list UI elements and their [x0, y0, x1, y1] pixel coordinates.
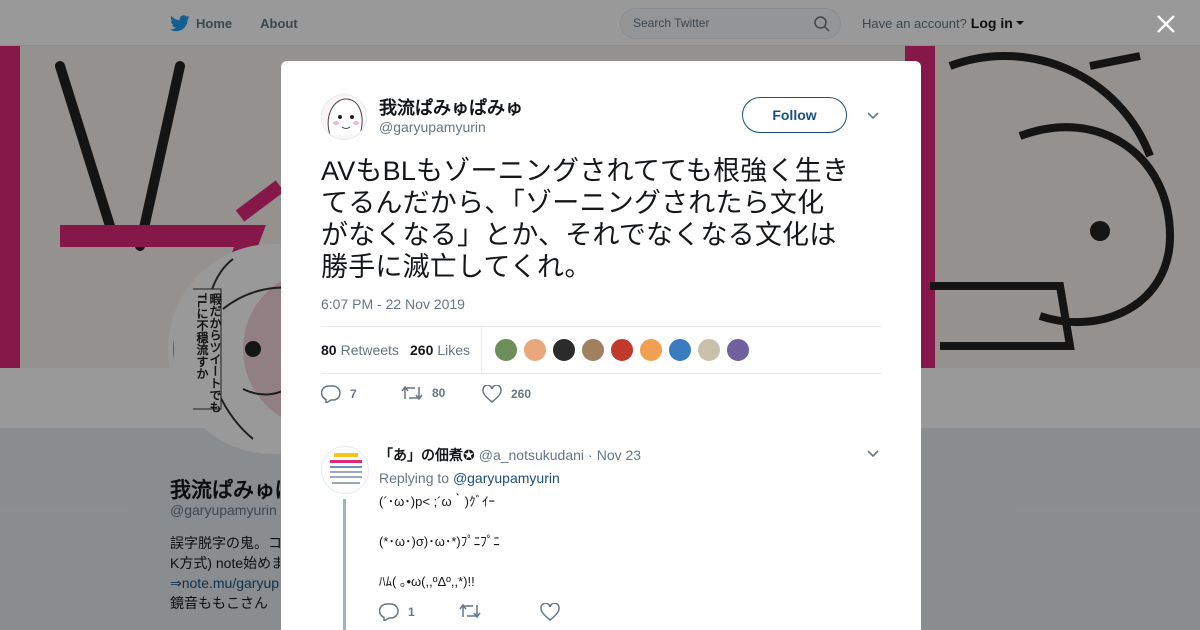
tweet-timestamp[interactable]: 6:07 PM - 22 Nov 2019	[321, 296, 465, 312]
tweet-modal: 我流ぱみゅぱみゅ @garyupamyurin Follow AVもBLもゾーニ…	[281, 61, 921, 630]
reply-like-action[interactable]	[540, 603, 569, 621]
reply-author-handle[interactable]: @a_notsukudani	[479, 447, 584, 463]
tweet-author-handle[interactable]: @garyupamyurin	[379, 119, 486, 135]
liker-avatar[interactable]	[494, 338, 518, 362]
retweet-icon	[401, 385, 423, 401]
retweets-label: Retweets	[340, 342, 399, 358]
liker-avatar[interactable]	[668, 338, 692, 362]
tweet-text-line: てるんだから、「ゾーニングされたら文化	[321, 188, 825, 218]
heart-icon	[540, 603, 560, 621]
reply-header: 「あ」の佃煮✪ @a_notsukudani · Nov 23	[379, 445, 641, 465]
retweet-icon	[459, 603, 481, 619]
liker-avatar[interactable]	[610, 338, 634, 362]
retweets-stat[interactable]: 80 Retweets	[321, 342, 399, 358]
likes-label: Likes	[437, 342, 471, 358]
retweet-count: 80	[432, 386, 446, 400]
tweet-text: AVもBLもゾーニングされてても根強く生き てるんだから、「ゾーニングされたら文…	[321, 155, 881, 283]
reply-separator	[281, 417, 921, 427]
reply-date[interactable]: Nov 23	[597, 447, 641, 463]
tweet-author-name[interactable]: 我流ぱみゅぱみゅ	[379, 94, 523, 120]
reply-count: 7	[350, 387, 357, 401]
author-avatar-illustration	[327, 98, 363, 136]
follow-button[interactable]: Follow	[742, 97, 847, 133]
reply-icon	[321, 385, 341, 403]
liker-avatar[interactable]	[552, 338, 576, 362]
reply-text: (´･ω･)p< ;´ω｀)ｸﾞｲｰ (*･ω･)σ)･ω･*)ﾌﾟﾆﾌﾟﾆ ﾊ…	[379, 493, 500, 613]
reply-text-line: (´･ω･)p< ;´ω｀)ｸﾞｲｰ	[379, 494, 495, 509]
tweet-actions: 7 80 260	[321, 385, 881, 405]
reply-reply-count: 1	[408, 605, 415, 619]
chevron-down-icon[interactable]	[866, 447, 880, 461]
tweet-text-line: AVもBLもゾーニングされてても根強く生き	[321, 156, 850, 186]
replying-to: Replying to @garyupamyurin	[379, 470, 560, 486]
close-icon[interactable]	[1156, 14, 1176, 34]
retweet-action[interactable]: 80	[401, 385, 445, 401]
reply-author-name[interactable]: 「あ」の佃煮✪	[379, 445, 475, 465]
liker-avatar[interactable]	[639, 338, 663, 362]
reply-reply-action[interactable]: 1	[379, 603, 415, 621]
liker-avatar[interactable]	[726, 338, 750, 362]
reply-retweet-action[interactable]	[459, 603, 490, 619]
retweets-count: 80	[321, 342, 337, 358]
like-action[interactable]: 260	[482, 385, 531, 403]
reply-action[interactable]: 7	[321, 385, 357, 403]
tweet-text-line: 勝手に滅亡してくれ。	[321, 252, 592, 282]
reply-avatar-illustration	[330, 453, 362, 484]
likes-stat[interactable]: 260 Likes	[410, 342, 470, 358]
liker-avatar[interactable]	[697, 338, 721, 362]
reply-date-separator: ·	[588, 447, 593, 463]
liker-avatars	[494, 338, 755, 362]
thread-line	[343, 499, 346, 630]
reply-icon	[379, 603, 399, 621]
likes-count: 260	[410, 342, 434, 358]
tweet-stats: 80 Retweets 260 Likes	[321, 326, 881, 374]
reply-author-avatar[interactable]	[321, 446, 369, 494]
stats-divider	[481, 327, 482, 374]
replying-to-link[interactable]: @garyupamyurin	[453, 470, 560, 486]
liker-avatar[interactable]	[523, 338, 547, 362]
liker-avatar[interactable]	[581, 338, 605, 362]
heart-icon	[482, 385, 502, 403]
like-count: 260	[511, 387, 532, 401]
reply-actions: 1	[379, 603, 779, 623]
tweet-text-line: がなくなる」とか、それでなくなる文化は	[321, 220, 837, 250]
tweet-author-avatar[interactable]	[321, 94, 367, 140]
chevron-down-icon[interactable]	[866, 109, 880, 123]
reply-text-line: (*･ω･)σ)･ω･*)ﾌﾟﾆﾌﾟﾆ	[379, 534, 500, 549]
replying-prefix: Replying to	[379, 470, 450, 486]
